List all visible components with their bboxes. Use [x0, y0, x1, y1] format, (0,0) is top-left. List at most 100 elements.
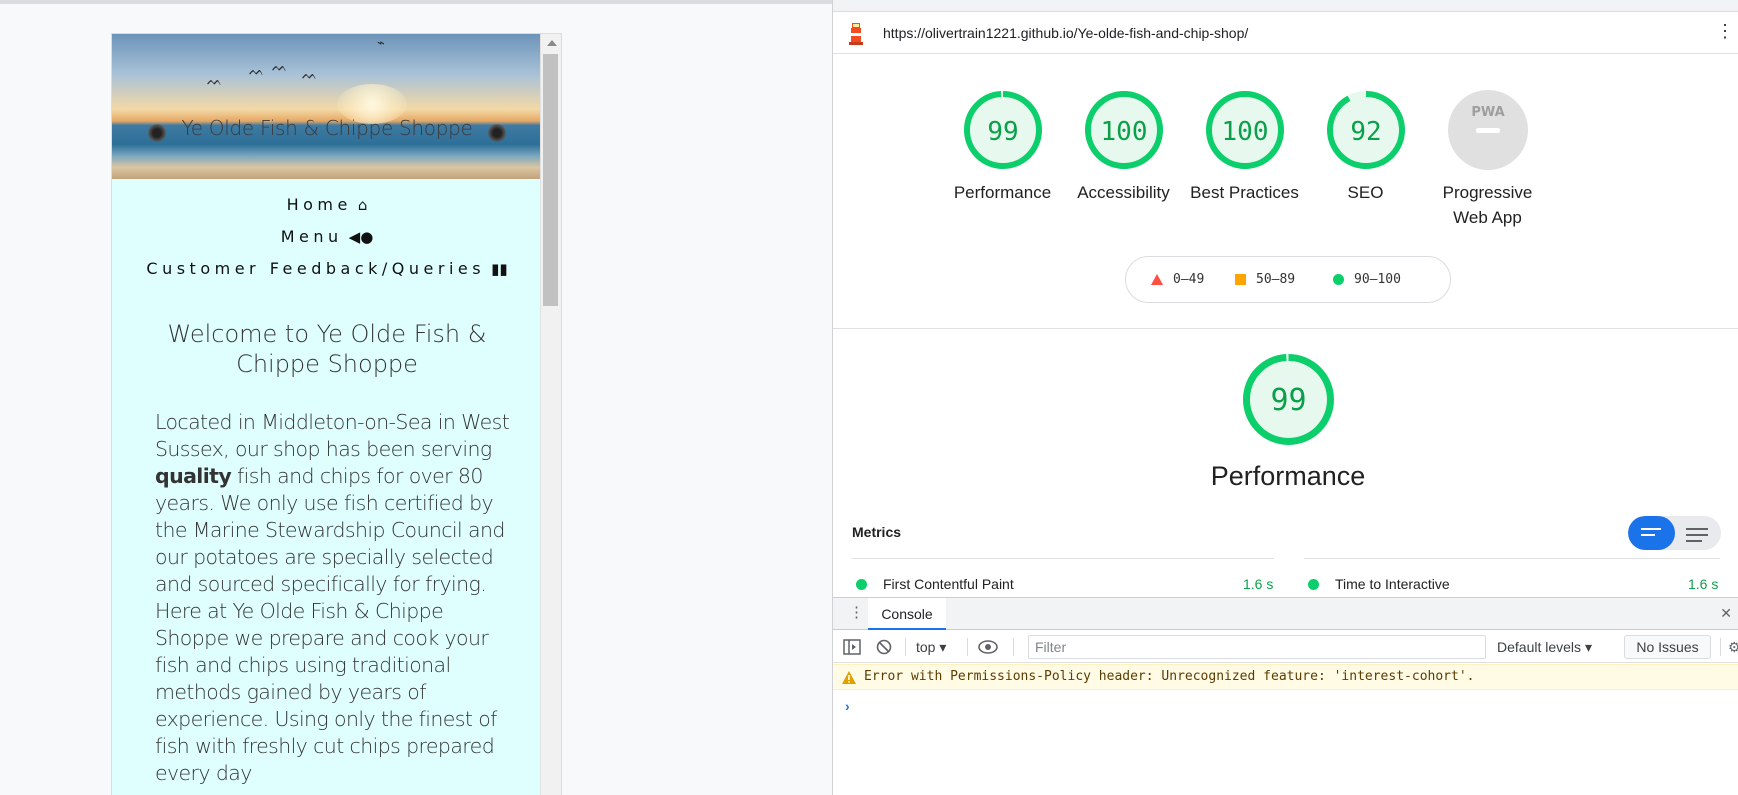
- drawer-tabbar: ⋮ Console ✕: [833, 598, 1738, 630]
- log-levels-dropdown[interactable]: Default levels ▾: [1497, 631, 1592, 663]
- nav-feedback-link[interactable]: Customer Feedback/Queries ▮▮: [112, 253, 542, 285]
- gauge-performance[interactable]: 99 Performance: [942, 88, 1063, 205]
- gauge-progressive-web-app[interactable]: PWA Progressive Web App: [1427, 88, 1548, 230]
- pass-dot-icon: [1308, 579, 1319, 590]
- section-divider: [833, 328, 1738, 329]
- console-prompt-chevron-icon[interactable]: ›: [845, 698, 850, 714]
- pwa-dash: [1475, 128, 1500, 133]
- gauge-score: 100: [1100, 117, 1147, 147]
- show-sidebar-icon[interactable]: [843, 639, 861, 655]
- toolbar-separator: [1720, 638, 1721, 656]
- scrollbar-thumb[interactable]: [543, 54, 558, 306]
- gauge-ring: 100: [1084, 91, 1163, 169]
- welcome-heading: Welcome to Ye Olde Fish & Chippe Shoppe: [167, 320, 487, 378]
- nav-home-link[interactable]: Home ⌂: [112, 189, 542, 221]
- nav-label: Home: [286, 195, 352, 214]
- console-drawer: ⋮ Console ✕ top ▾ Filter Default levels …: [833, 597, 1738, 795]
- gauge-accessibility[interactable]: 100 Accessibility: [1063, 88, 1184, 205]
- lighthouse-report-url-bar: https://olivertrain1221.github.io/Ye-old…: [833, 12, 1738, 54]
- metric-divider: [1304, 558, 1720, 559]
- gauge-seo[interactable]: 92 SEO: [1305, 88, 1426, 205]
- console-warning-message[interactable]: Error with Permissions-Policy header: Un…: [833, 664, 1738, 690]
- nav-label: Menu: [280, 227, 343, 246]
- pwa-badge-text: PWA: [1471, 105, 1504, 120]
- fish-icon: ◀●: [348, 228, 374, 246]
- book-icon: ▮▮: [491, 260, 508, 278]
- orange-square-icon: [1235, 274, 1246, 285]
- metric-time-to-interactive: Time to Interactive: [1308, 576, 1450, 592]
- performance-score: 99: [1270, 383, 1306, 418]
- gauge-ring: PWA: [1447, 90, 1528, 170]
- seagull-icon: ᨓ: [302, 67, 318, 82]
- gauge-score: 100: [1221, 117, 1268, 147]
- chevron-down-icon: ▾: [939, 639, 947, 655]
- metric-divider: [852, 558, 1274, 559]
- collapsed-lines-icon: [1641, 528, 1663, 540]
- home-icon: ⌂: [357, 196, 368, 214]
- scroll-up-arrow-icon[interactable]: [547, 40, 557, 46]
- legend-range: 0–49: [1173, 272, 1205, 287]
- seagull-icon: ᨓ: [207, 73, 223, 88]
- log-levels-label: Default levels: [1497, 639, 1582, 655]
- intro-paragraph: Located in Middleton-on-Sea in West Suss…: [155, 409, 510, 787]
- gauge-score: 92: [1350, 117, 1381, 147]
- expanded-lines-icon[interactable]: [1686, 528, 1708, 546]
- hero-banner-image: ⌁ ᨓ ᨓ ᨓ ᨓ Ye Olde Fish & Chippe Shoppe: [112, 34, 542, 179]
- gauge-ring: 100: [1205, 91, 1284, 169]
- gauge-label: Best Practices: [1190, 183, 1299, 202]
- metrics-heading: Metrics: [852, 524, 902, 540]
- intro-text: fish and chips for over 80 years. We onl…: [155, 464, 505, 785]
- compact-view-button[interactable]: [1628, 516, 1675, 550]
- tab-console[interactable]: Console: [868, 598, 946, 630]
- context-label: top: [916, 639, 936, 655]
- kebab-menu-icon[interactable]: ⋮: [1716, 22, 1734, 40]
- console-toolbar: top ▾ Filter Default levels ▾ No Issues …: [833, 631, 1738, 663]
- green-circle-icon: [1333, 274, 1344, 285]
- toolbar-separator: [967, 638, 968, 656]
- drawer-menu-icon[interactable]: ⋮: [849, 605, 864, 620]
- gauge-label: Performance: [953, 183, 1052, 202]
- toolbar-separator: [905, 638, 906, 656]
- close-drawer-icon[interactable]: ✕: [1720, 605, 1732, 622]
- metric-label: Time to Interactive: [1335, 576, 1450, 592]
- nav-label: Customer Feedback/Queries: [146, 259, 486, 278]
- toolbar-separator: [1013, 638, 1014, 656]
- pass-dot-icon: [856, 579, 867, 590]
- metric-value: 1.6 s: [1688, 576, 1719, 592]
- legend-item-pass: 90–100: [1333, 272, 1401, 287]
- device-emulation-area: ⌁ ᨓ ᨓ ᨓ ᨓ Ye Olde Fish & Chippe Shoppe H…: [0, 0, 832, 795]
- gauge-score: 99: [987, 117, 1018, 147]
- report-url[interactable]: https://olivertrain1221.github.io/Ye-old…: [883, 25, 1248, 41]
- legend-range: 50–89: [1256, 272, 1296, 287]
- chevron-down-icon: ▾: [1584, 639, 1592, 655]
- metric-first-contentful-paint: First Contentful Paint: [856, 576, 1014, 592]
- context-selector[interactable]: top ▾: [916, 631, 946, 663]
- devtools-tabstrip: [833, 0, 1738, 12]
- performance-heading: Performance: [1210, 461, 1366, 491]
- legend-item-fail: 0–49: [1151, 272, 1204, 287]
- devtools-panel: https://olivertrain1221.github.io/Ye-old…: [833, 0, 1738, 795]
- seagull-icon: ᨓ: [272, 59, 288, 74]
- intro-bold-text: quality: [155, 464, 232, 488]
- mobile-viewport[interactable]: ⌁ ᨓ ᨓ ᨓ ᨓ Ye Olde Fish & Chippe Shoppe H…: [111, 33, 562, 795]
- metric-value: 1.6 s: [1243, 576, 1274, 592]
- gauge-ring: 92: [1326, 91, 1405, 169]
- gauge-label: Accessibility: [1077, 183, 1170, 202]
- console-filter-input[interactable]: Filter: [1028, 635, 1486, 659]
- metric-label: First Contentful Paint: [883, 576, 1014, 592]
- settings-gear-icon[interactable]: ⚙: [1728, 631, 1738, 663]
- nav-menu-link[interactable]: Menu ◀●: [112, 221, 542, 253]
- gauge-label: Progressive Web App: [1442, 183, 1533, 227]
- site-title: Ye Olde Fish & Chippe Shoppe: [181, 116, 473, 140]
- score-legend: 0–49 50–89 90–100: [1125, 256, 1451, 303]
- seagull-icon: ᨓ: [249, 63, 265, 78]
- clear-console-icon[interactable]: [876, 639, 892, 655]
- legend-item-average: 50–89: [1235, 272, 1295, 287]
- metrics-view-toggle[interactable]: [1628, 516, 1721, 550]
- gauge-ring: 99: [963, 91, 1042, 169]
- viewport-scrollbar[interactable]: [540, 34, 561, 795]
- live-expression-eye-icon[interactable]: [978, 640, 998, 654]
- gauge-best-practices[interactable]: 100 Best Practices: [1184, 88, 1305, 205]
- site-nav: Home ⌂ Menu ◀● Customer Feedback/Queries ▮▮: [112, 189, 542, 285]
- issues-button[interactable]: No Issues: [1624, 635, 1711, 659]
